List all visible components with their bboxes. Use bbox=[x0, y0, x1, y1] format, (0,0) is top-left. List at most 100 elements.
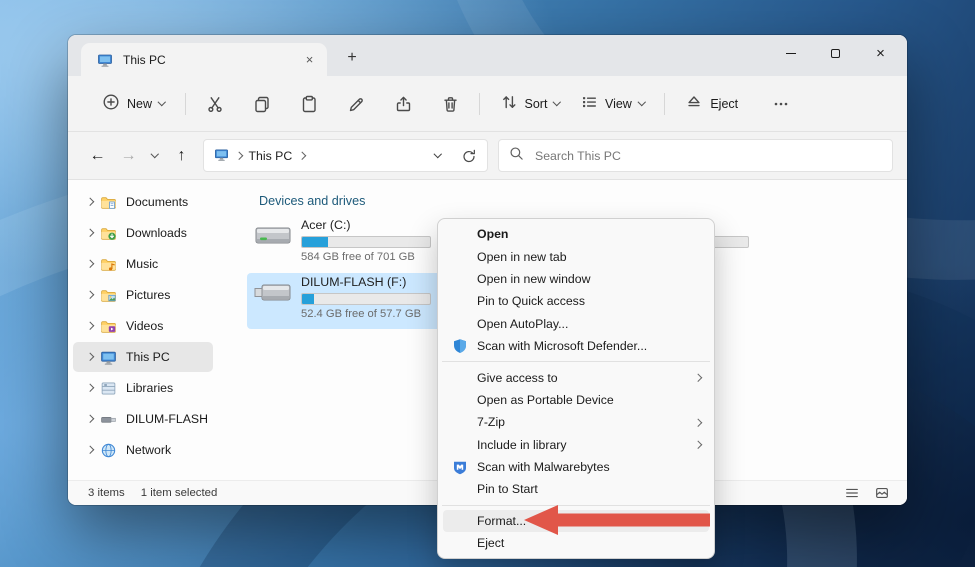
paste-button[interactable] bbox=[290, 86, 328, 122]
share-button[interactable] bbox=[384, 86, 422, 122]
submenu-chevron-icon bbox=[695, 442, 701, 448]
copy-button[interactable] bbox=[243, 86, 281, 122]
eject-button[interactable]: Eject bbox=[675, 86, 748, 121]
menu-item-label: Scan with Microsoft Defender... bbox=[477, 339, 647, 353]
sidebar-item-label: DILUM-FLASH bbox=[126, 412, 208, 426]
drive-free-space: 584 GB free of 701 GB bbox=[301, 251, 431, 264]
minimize-button[interactable] bbox=[768, 37, 813, 69]
new-plus-icon bbox=[102, 93, 120, 114]
hard-drive-icon bbox=[253, 218, 293, 254]
close-button[interactable]: × bbox=[858, 37, 903, 69]
menu-item-7-zip[interactable]: 7-Zip bbox=[443, 411, 709, 433]
annotation-arrow-shape bbox=[524, 505, 710, 535]
sidebar-item-downloads[interactable]: Downloads bbox=[73, 218, 213, 248]
chevron-down-icon bbox=[434, 150, 442, 158]
expand-chevron-icon[interactable] bbox=[82, 199, 97, 205]
sidebar-item-dilum-flash[interactable]: DILUM-FLASH bbox=[73, 404, 213, 434]
delete-button[interactable] bbox=[431, 86, 469, 122]
tab-close-button[interactable]: × bbox=[300, 50, 319, 69]
menu-separator bbox=[442, 361, 710, 362]
this-pc-icon bbox=[214, 147, 229, 165]
expand-chevron-icon[interactable] bbox=[82, 354, 97, 360]
breadcrumb-this-pc[interactable]: This PC bbox=[249, 149, 293, 163]
sort-button[interactable]: Sort bbox=[490, 86, 570, 121]
expand-chevron-icon[interactable] bbox=[82, 416, 97, 422]
back-button[interactable]: ← bbox=[82, 140, 113, 171]
menu-item-include-in-library[interactable]: Include in library bbox=[443, 434, 709, 456]
new-tab-button[interactable]: + bbox=[339, 45, 365, 71]
rename-icon bbox=[347, 95, 365, 113]
toolbar-separator bbox=[185, 93, 186, 115]
details-view-button[interactable] bbox=[841, 483, 863, 503]
forward-button[interactable]: → bbox=[113, 140, 144, 171]
view-button[interactable]: View bbox=[570, 86, 654, 121]
search-input[interactable] bbox=[533, 148, 882, 164]
more-options-button[interactable] bbox=[762, 86, 800, 122]
menu-item-scan-with-microsoft-defender[interactable]: Scan with Microsoft Defender... bbox=[443, 335, 709, 357]
expand-chevron-icon[interactable] bbox=[82, 261, 97, 267]
menu-item-open-in-new-window[interactable]: Open in new window bbox=[443, 268, 709, 290]
new-button-label: New bbox=[127, 97, 152, 111]
menu-item-give-access-to[interactable]: Give access to bbox=[443, 366, 709, 388]
downloads-folder-icon bbox=[98, 225, 119, 242]
pictures-folder-icon bbox=[98, 287, 119, 304]
expand-chevron-icon[interactable] bbox=[82, 385, 97, 391]
menu-item-open-as-portable-device[interactable]: Open as Portable Device bbox=[443, 389, 709, 411]
sidebar-item-pictures[interactable]: Pictures bbox=[73, 280, 213, 310]
view-button-label: View bbox=[605, 97, 632, 111]
sidebar-item-label: This PC bbox=[126, 350, 170, 364]
tab-this-pc[interactable]: This PC × bbox=[81, 43, 327, 76]
address-dropdown-button[interactable] bbox=[426, 143, 450, 169]
chevron-down-icon bbox=[638, 98, 646, 106]
refresh-button[interactable] bbox=[457, 143, 481, 169]
eject-button-label: Eject bbox=[710, 97, 738, 111]
sidebar-item-label: Downloads bbox=[126, 226, 187, 240]
close-icon: × bbox=[876, 46, 885, 61]
submenu-chevron-icon bbox=[695, 420, 701, 426]
selection-count: 1 item selected bbox=[141, 487, 218, 499]
address-bar[interactable]: This PC bbox=[203, 139, 488, 172]
drive-details: DILUM-FLASH (F:) 52.4 GB free of 57.7 GB bbox=[301, 275, 431, 321]
sidebar-item-network[interactable]: Network bbox=[73, 435, 213, 465]
sidebar-item-music[interactable]: Music bbox=[73, 249, 213, 279]
menu-item-open-autoplay[interactable]: Open AutoPlay... bbox=[443, 313, 709, 335]
sidebar-item-videos[interactable]: Videos bbox=[73, 311, 213, 341]
minimize-icon bbox=[786, 53, 796, 54]
menu-item-open-in-new-tab[interactable]: Open in new tab bbox=[443, 245, 709, 267]
sort-icon bbox=[500, 93, 518, 114]
chevron-down-icon bbox=[151, 150, 159, 158]
menu-item-pin-to-start[interactable]: Pin to Start bbox=[443, 478, 709, 500]
expand-chevron-icon[interactable] bbox=[82, 447, 97, 453]
large-icons-view-button[interactable] bbox=[871, 483, 893, 503]
rename-button[interactable] bbox=[337, 86, 375, 122]
cut-button[interactable] bbox=[196, 86, 234, 122]
drive-details: Acer (C:) 584 GB free of 701 GB bbox=[301, 218, 431, 264]
search-icon bbox=[509, 146, 524, 166]
delete-icon bbox=[441, 95, 459, 113]
new-button[interactable]: New bbox=[92, 86, 175, 121]
menu-item-label: Open as Portable Device bbox=[477, 393, 614, 407]
sidebar-item-label: Network bbox=[126, 443, 171, 457]
menu-item-open[interactable]: Open bbox=[443, 223, 709, 245]
clipboard-actions bbox=[196, 86, 469, 122]
expand-chevron-icon[interactable] bbox=[82, 292, 97, 298]
chevron-down-icon bbox=[158, 98, 166, 106]
chevron-down-icon bbox=[553, 98, 561, 106]
capacity-bar-fill bbox=[302, 294, 314, 304]
copy-icon bbox=[253, 95, 271, 113]
sidebar-item-libraries[interactable]: Libraries bbox=[73, 373, 213, 403]
maximize-button[interactable] bbox=[813, 37, 858, 69]
recent-locations-button[interactable] bbox=[144, 140, 166, 171]
menu-item-pin-to-quick-access[interactable]: Pin to Quick access bbox=[443, 290, 709, 312]
expand-chevron-icon[interactable] bbox=[82, 323, 97, 329]
sidebar-item-this-pc[interactable]: This PC bbox=[73, 342, 213, 372]
menu-item-label: Pin to Start bbox=[477, 482, 538, 496]
menu-item-label: 7-Zip bbox=[477, 415, 505, 429]
up-button[interactable]: ↑ bbox=[166, 140, 197, 171]
eject-icon bbox=[685, 93, 703, 114]
expand-chevron-icon[interactable] bbox=[82, 230, 97, 236]
sidebar-item-documents[interactable]: Documents bbox=[73, 187, 213, 217]
refresh-icon bbox=[461, 148, 477, 164]
menu-item-scan-with-malwarebytes[interactable]: Scan with Malwarebytes bbox=[443, 456, 709, 478]
menu-item-label: Pin to Quick access bbox=[477, 294, 585, 308]
